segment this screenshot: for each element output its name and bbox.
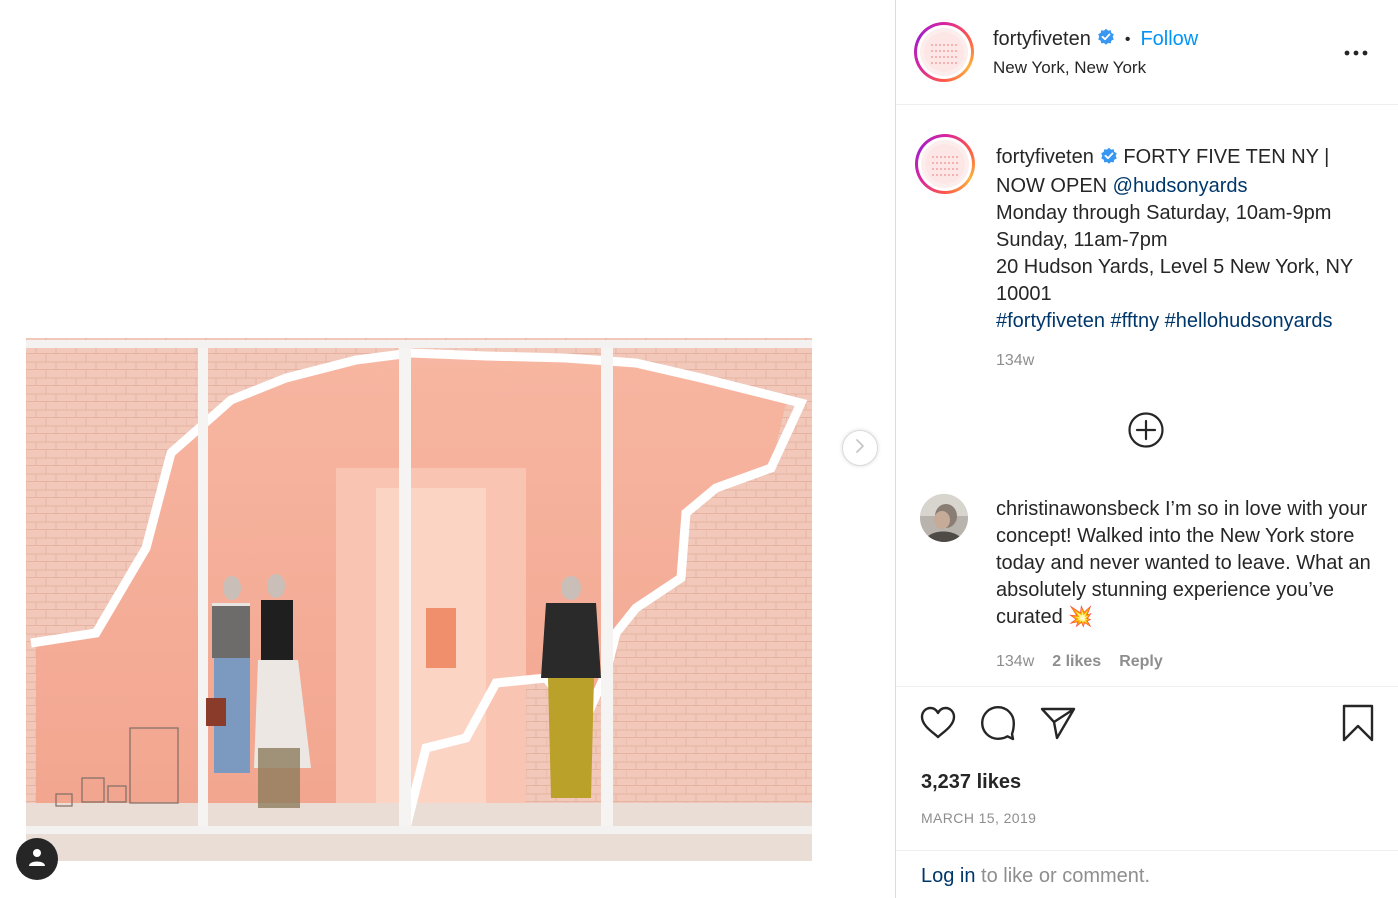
comment-emoji: 💥	[1068, 606, 1094, 628]
comment-timestamp[interactable]: 134w	[996, 653, 1034, 671]
mention-link[interactable]: @hudsonyards	[1113, 175, 1248, 197]
post-photo[interactable]	[26, 338, 812, 861]
user-profile-button[interactable]	[16, 838, 58, 880]
next-photo-button[interactable]	[842, 430, 878, 466]
chevron-right-icon	[852, 438, 868, 459]
commenter-avatar[interactable]	[920, 494, 968, 542]
save-button[interactable]	[1338, 704, 1378, 747]
plus-circle-icon	[1127, 412, 1165, 453]
hashtag-link[interactable]: #hellohudsonyards	[1165, 310, 1333, 332]
more-options-icon	[1344, 43, 1368, 61]
comments-area: fortyfiveten FORTY FIVE TEN NY | NOW OPE…	[896, 106, 1398, 686]
caption-line-4: 20 Hudson Yards, Level 5 New York, NY 10…	[996, 256, 1353, 305]
account-avatar[interactable]	[914, 22, 974, 82]
likes-count[interactable]: 3,237 likes	[921, 771, 1021, 794]
person-icon	[27, 847, 47, 872]
brand-logo-icon	[921, 140, 969, 188]
login-link[interactable]: Log in	[921, 865, 976, 887]
separator-dot: •	[1124, 30, 1131, 48]
load-more-comments-button[interactable]	[1127, 411, 1165, 449]
comment-body: christinawonsbeck I’m so in love with yo…	[996, 496, 1381, 631]
location-link[interactable]: New York, New York	[993, 58, 1146, 78]
comment-button[interactable]	[978, 705, 1018, 745]
login-prompt: Log in to like or comment.	[921, 865, 1150, 888]
more-options-button[interactable]	[1342, 40, 1370, 64]
login-bar: Log in to like or comment.	[896, 850, 1398, 898]
comment-likes-link[interactable]: 2 likes	[1052, 653, 1101, 671]
like-button[interactable]	[918, 705, 958, 745]
reply-button[interactable]: Reply	[1119, 653, 1163, 671]
media-pane	[0, 0, 895, 898]
login-prompt-text: to like or comment.	[975, 865, 1151, 887]
header-user-row: fortyfiveten • Follow	[993, 28, 1198, 51]
paper-plane-icon	[1040, 706, 1076, 745]
brand-logo-icon	[920, 28, 968, 76]
caption-line-2: Monday through Saturday, 10am-9pm	[996, 202, 1332, 224]
share-button[interactable]	[1038, 705, 1078, 745]
comment-meta: 134w 2 likes Reply	[996, 653, 1163, 671]
verified-icon	[1097, 28, 1115, 51]
caption-avatar[interactable]	[915, 134, 975, 194]
hashtag-link[interactable]: #fortyfiveten	[996, 310, 1105, 332]
verified-icon	[1100, 146, 1118, 173]
caption-timestamp[interactable]: 134w	[996, 352, 1034, 370]
post-header: fortyfiveten • Follow New York, New York	[896, 0, 1398, 105]
post-date[interactable]: MARCH 15, 2019	[921, 810, 1036, 826]
post-caption: fortyfiveten FORTY FIVE TEN NY | NOW OPE…	[996, 144, 1376, 335]
bookmark-icon	[1342, 704, 1374, 747]
caption-username[interactable]: fortyfiveten	[996, 146, 1094, 168]
comment-bubble-icon	[980, 705, 1016, 746]
heart-icon	[920, 706, 956, 745]
hashtag-link[interactable]: #fftny	[1111, 310, 1160, 332]
commenter-username[interactable]: christinawonsbeck	[996, 498, 1159, 520]
actions-bar: 3,237 likes MARCH 15, 2019	[896, 686, 1398, 850]
caption-line-3: Sunday, 11am-7pm	[996, 229, 1168, 251]
comment-item: christinawonsbeck I’m so in love with yo…	[896, 488, 1398, 678]
side-panel: fortyfiveten • Follow New York, New York	[895, 0, 1398, 898]
account-username[interactable]: fortyfiveten	[993, 28, 1091, 51]
follow-button[interactable]: Follow	[1140, 28, 1198, 51]
